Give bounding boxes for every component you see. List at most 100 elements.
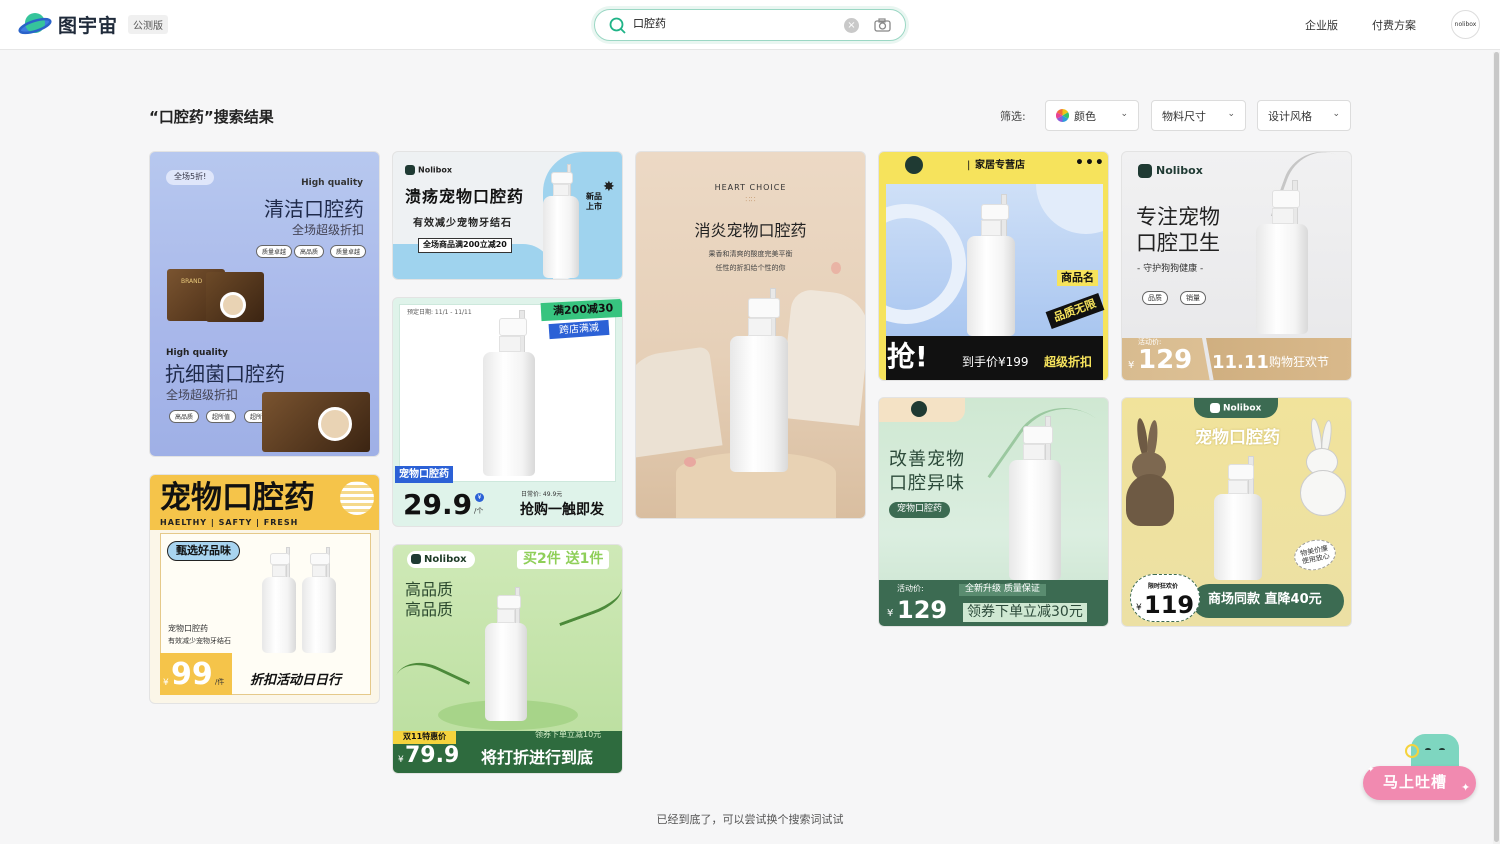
card-heading: 专注宠物 xyxy=(1136,205,1220,229)
cup-image xyxy=(318,407,352,441)
currency-badge-icon: ¥ xyxy=(475,493,484,502)
price: 99 xyxy=(171,657,213,692)
page-title: “口腔药”搜索结果 xyxy=(149,108,274,126)
nav-enterprise[interactable]: 企业版 xyxy=(1305,17,1338,33)
card-subheading: HAELTHY | SAFTY | FRESH xyxy=(160,518,299,527)
size-filter-dropdown[interactable]: 物料尺寸 ⌄ xyxy=(1151,100,1246,131)
rabbit-white-image xyxy=(1298,417,1346,518)
price: 129 xyxy=(897,596,948,624)
style-filter-dropdown[interactable]: 设计风格 ⌄ xyxy=(1257,100,1351,131)
date-text: 预定日期: 11/1 - 11/11 xyxy=(407,309,472,316)
search-bar: × xyxy=(594,9,906,41)
mascot-hand-icon xyxy=(1405,744,1419,758)
price: 129 xyxy=(1138,345,1193,375)
result-card-7[interactable]: 家居专营店 | ••• 商品名 品质无限 抢! 到手价¥199 超级折扣 xyxy=(878,151,1109,381)
desc-line: 有效减少宠物牙结石 xyxy=(168,637,231,645)
more-icon[interactable]: ••• xyxy=(1075,155,1105,171)
desc-line: 宠物口腔药 xyxy=(168,624,208,633)
desc-line: 果香和清爽的酸度完美平衡 xyxy=(708,250,793,258)
card-heading: 口腔卫生 xyxy=(1136,231,1220,255)
product-box xyxy=(262,392,370,452)
bottle-image xyxy=(298,545,338,655)
card-heading: 清洁口腔药 xyxy=(264,197,364,221)
result-card-9[interactable]: Nolibox 专注宠物 口腔卫生 - 守护狗狗健康 - 品质 销量 活动价: … xyxy=(1121,151,1352,381)
stripes-icon xyxy=(340,481,374,515)
result-card-6[interactable]: 宠物口腔药 HAELTHY | SAFTY | FRESH 甄选好品味 宠物口腔… xyxy=(149,474,380,704)
camera-icon[interactable] xyxy=(874,17,891,33)
hq-label: High quality xyxy=(301,178,363,188)
cta-text: 抢购一触即发 xyxy=(520,502,604,518)
price: 到手价¥199 xyxy=(962,355,1029,369)
limited-label: 限时狂欢价 xyxy=(1148,583,1179,590)
result-card-2[interactable]: Nolibox 溃疡宠物口腔药 有效减少宠物牙结石 全场商品满200立减20 新… xyxy=(392,151,623,280)
bottle-image xyxy=(481,583,531,723)
tag-pill: 质量卓越 xyxy=(256,245,293,258)
chevron-down-icon: ⌄ xyxy=(1332,109,1340,119)
bottle-image xyxy=(479,306,539,476)
tag-pill: 质量卓越 xyxy=(330,245,367,258)
product-name: 商品名 xyxy=(1057,270,1098,287)
sparkle-icon: ✦ xyxy=(1461,781,1471,794)
leaf-decoration xyxy=(549,573,622,627)
logo-icon xyxy=(905,156,923,174)
price-unit: /个 xyxy=(474,507,484,515)
clear-icon[interactable]: × xyxy=(844,18,859,33)
petal-decoration xyxy=(684,457,696,467)
logo-icon xyxy=(911,401,927,417)
nav-pricing[interactable]: 付费方案 xyxy=(1372,17,1416,33)
logo[interactable]: 图宇宙 公测版 xyxy=(18,10,169,38)
result-card-8[interactable]: 改善宠物 口腔异味 宠物口腔药 活动价: ¥ 129 全新升级 质量保证 领券下… xyxy=(878,397,1109,627)
price: 29.9 xyxy=(403,488,473,521)
tag-pill: 高品质 xyxy=(294,245,325,258)
result-card-5[interactable]: HEART CHOICE ∷∷ 消炎宠物口腔药 果香和清爽的酸度完美平衡 任性的… xyxy=(635,151,866,519)
result-card-10[interactable]: Nolibox 宠物口腔药 物美价廉 使用放心 限时狂欢价 ¥ 119 商场同款… xyxy=(1121,397,1352,627)
card-subheading: - 守护狗狗健康 - xyxy=(1137,264,1204,274)
avatar[interactable]: nolibox xyxy=(1451,10,1480,39)
cta-text: 将打折进行到底 xyxy=(481,748,594,767)
search-icon[interactable] xyxy=(609,17,626,34)
discount-badge: 全场5折! xyxy=(166,170,215,185)
brand-name: Nolibox xyxy=(405,165,452,175)
search-input[interactable] xyxy=(633,16,833,29)
brand-name: Nolibox xyxy=(1194,398,1278,418)
sparkle-icon: ✦ xyxy=(1367,765,1375,775)
color-filter-dropdown[interactable]: 颜色 ⌄ xyxy=(1045,100,1139,131)
stamp-badge: 物美价廉 使用放心 xyxy=(1291,535,1339,575)
cta-text: 折扣活动日日行 xyxy=(250,673,342,688)
card-subheading: 全场超级折扣 xyxy=(166,388,239,402)
daily-price: 日常价: 49.9元 xyxy=(521,491,563,498)
badge: 甄选好品味 xyxy=(167,541,240,562)
rock-decoration xyxy=(779,288,865,426)
tag-pill: 销量 xyxy=(1180,291,1206,305)
bottle-image xyxy=(963,190,1019,338)
price-unit: /件 xyxy=(215,678,225,686)
feedback-label: 马上吐槽 xyxy=(1383,773,1448,791)
result-card-3[interactable]: 预定日期: 11/1 - 11/11 满200减30 跨店满减 宠物口腔药 29… xyxy=(392,297,623,527)
tag-pill: 超所值 xyxy=(206,410,237,423)
nolibox-logo-icon xyxy=(411,554,421,564)
price: 79.9 xyxy=(405,743,460,768)
beta-badge: 公测版 xyxy=(128,14,169,34)
tag-pill: 高品质 xyxy=(169,410,200,423)
grab-text: 抢! xyxy=(887,340,928,373)
currency-symbol: ¥ xyxy=(163,678,169,688)
rock-decoration xyxy=(636,346,723,458)
feedback-button[interactable]: ✦ ✦ 马上吐槽 xyxy=(1363,730,1476,802)
cta-text: 商场同款 直降40元 xyxy=(1208,592,1322,607)
coupon-text: 领券下单立减30元 xyxy=(963,603,1087,623)
price: 119 xyxy=(1144,591,1195,619)
petal-decoration xyxy=(831,262,841,274)
style-filter-label: 设计风格 xyxy=(1268,109,1312,123)
upgrade-text: 全新升级 质量保证 xyxy=(959,584,1046,596)
dots-decoration: ∷∷ xyxy=(745,195,756,204)
promo-badge: 买2件 送1件 xyxy=(517,550,610,570)
circle-decoration xyxy=(1036,184,1103,234)
result-card-4[interactable]: Nolibox 买2件 送1件 高品质 高品质 双11特惠价 ¥ 79.9 领券… xyxy=(392,544,623,774)
logo-name: 图宇宙 xyxy=(58,14,119,37)
card-subheading: 有效减少宠物牙结石 xyxy=(413,218,512,229)
result-card-1[interactable]: 全场5折! High quality 清洁口腔药 全场超级折扣 质量卓越 高品质… xyxy=(149,151,380,457)
scrollbar-thumb[interactable] xyxy=(1494,52,1499,842)
card-heading: 消炎宠物口腔药 xyxy=(694,221,807,240)
bottle-image xyxy=(1252,176,1312,336)
deal-tag: 双11特惠价 xyxy=(393,731,457,744)
